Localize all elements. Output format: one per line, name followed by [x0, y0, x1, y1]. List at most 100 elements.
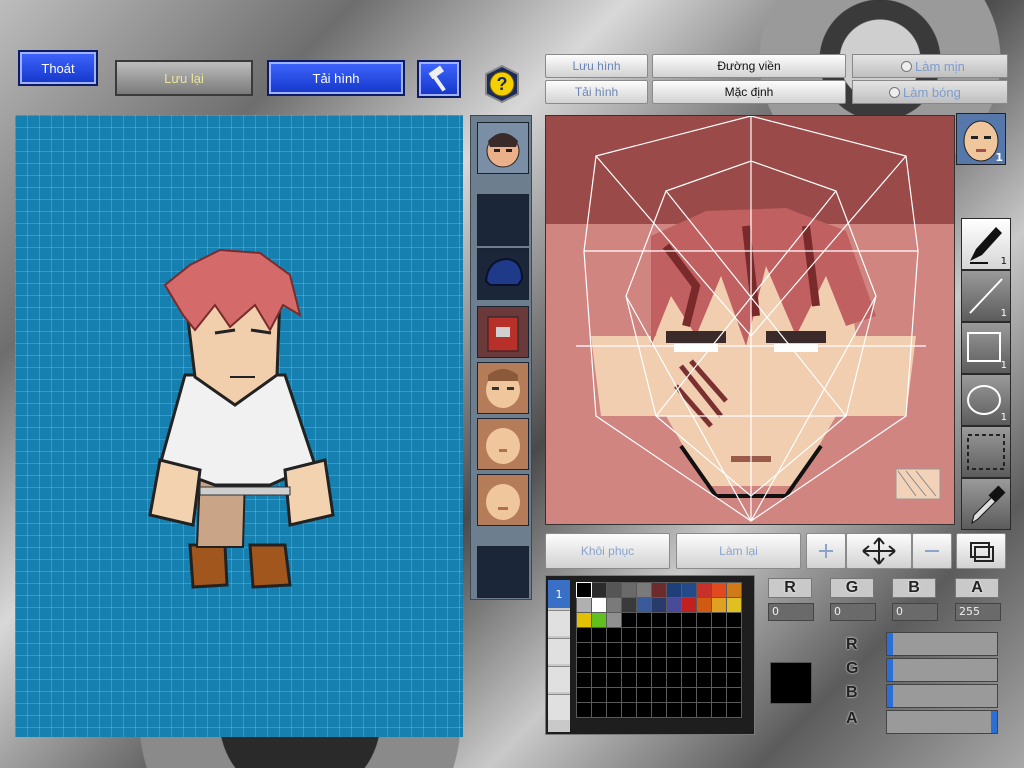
part-slot-empty-1[interactable] — [477, 194, 529, 246]
save-button[interactable]: Lưu lại — [115, 60, 253, 96]
empty-swatch[interactable] — [577, 628, 591, 642]
empty-swatch[interactable] — [652, 628, 666, 642]
empty-swatch[interactable] — [652, 703, 666, 717]
empty-swatch[interactable] — [592, 673, 606, 687]
palette-swatch[interactable] — [637, 583, 651, 597]
empty-swatch[interactable] — [622, 628, 636, 642]
uv-thumbnail[interactable] — [895, 468, 941, 500]
empty-swatch[interactable] — [592, 658, 606, 672]
b-slider[interactable] — [886, 684, 998, 708]
empty-swatch[interactable] — [682, 673, 696, 687]
upload-button[interactable]: Tải hình — [267, 60, 405, 96]
empty-swatch[interactable] — [682, 688, 696, 702]
empty-swatch[interactable] — [727, 703, 741, 717]
empty-swatch[interactable] — [637, 658, 651, 672]
empty-swatch[interactable] — [712, 688, 726, 702]
layer-tab[interactable] — [548, 638, 570, 664]
palette-swatch[interactable] — [667, 598, 681, 612]
r-slider-thumb[interactable] — [887, 633, 893, 655]
empty-swatch[interactable] — [712, 628, 726, 642]
empty-swatch[interactable] — [607, 628, 621, 642]
empty-swatch[interactable] — [607, 673, 621, 687]
empty-swatch[interactable] — [652, 613, 666, 627]
palette-swatch[interactable] — [592, 613, 606, 627]
layer-tab[interactable] — [548, 666, 570, 692]
empty-swatch[interactable] — [667, 628, 681, 642]
empty-swatch[interactable] — [592, 643, 606, 657]
empty-swatch[interactable] — [637, 613, 651, 627]
empty-swatch[interactable] — [622, 673, 636, 687]
palette-swatch[interactable] — [592, 598, 606, 612]
g-slider[interactable] — [886, 658, 998, 682]
empty-swatch[interactable] — [667, 658, 681, 672]
empty-swatch[interactable] — [682, 643, 696, 657]
empty-swatch[interactable] — [727, 628, 741, 642]
b-value-field[interactable]: 0 — [892, 603, 938, 621]
empty-swatch[interactable] — [712, 643, 726, 657]
empty-swatch[interactable] — [577, 703, 591, 717]
zoom-in-button[interactable] — [806, 533, 846, 569]
empty-swatch[interactable] — [697, 628, 711, 642]
palette-swatch[interactable] — [712, 598, 726, 612]
layer-tab[interactable] — [548, 610, 570, 636]
empty-swatch[interactable] — [592, 628, 606, 642]
empty-swatch[interactable] — [592, 703, 606, 717]
empty-swatch[interactable] — [592, 688, 606, 702]
a-slider[interactable] — [886, 710, 998, 734]
empty-swatch[interactable] — [697, 673, 711, 687]
part-slot-armor[interactable] — [477, 306, 529, 358]
palette-swatch[interactable] — [667, 583, 681, 597]
avatar-badge[interactable]: 1 — [956, 113, 1006, 165]
empty-swatch[interactable] — [622, 703, 636, 717]
layer-tab-1[interactable]: 1 — [548, 580, 570, 608]
empty-swatch[interactable] — [712, 703, 726, 717]
empty-swatch[interactable] — [727, 643, 741, 657]
empty-swatch[interactable] — [697, 613, 711, 627]
palette-swatch[interactable] — [727, 598, 741, 612]
ellipse-tool[interactable]: 1 — [961, 374, 1011, 426]
a-slider-thumb[interactable] — [991, 711, 997, 733]
palette-swatch[interactable] — [607, 598, 621, 612]
part-slot-helmet[interactable] — [477, 248, 529, 300]
palette-swatch[interactable] — [607, 613, 621, 627]
shade-radio[interactable]: Làm bóng — [852, 80, 1008, 104]
empty-swatch[interactable] — [727, 688, 741, 702]
smooth-radio[interactable]: Làm mịn — [852, 54, 1008, 78]
character-preview-canvas[interactable] — [15, 115, 463, 737]
palette-swatch[interactable] — [697, 598, 711, 612]
empty-swatch[interactable] — [667, 613, 681, 627]
palette-swatch[interactable] — [712, 583, 726, 597]
r-channel-selector[interactable]: R — [768, 578, 812, 598]
empty-swatch[interactable] — [637, 688, 651, 702]
empty-swatch[interactable] — [667, 703, 681, 717]
empty-swatch[interactable] — [712, 673, 726, 687]
empty-swatch[interactable] — [667, 673, 681, 687]
part-slot-empty-2[interactable] — [477, 546, 529, 598]
help-button[interactable]: ? — [482, 64, 522, 104]
empty-swatch[interactable] — [727, 658, 741, 672]
empty-swatch[interactable] — [652, 643, 666, 657]
empty-swatch[interactable] — [637, 643, 651, 657]
a-value-field[interactable]: 255 — [955, 603, 1001, 621]
palette-swatch[interactable] — [577, 598, 591, 612]
empty-swatch[interactable] — [622, 688, 636, 702]
zoom-out-button[interactable] — [912, 533, 952, 569]
palette-swatch[interactable] — [637, 598, 651, 612]
outline-dropdown[interactable]: Đường viền — [652, 54, 846, 78]
empty-swatch[interactable] — [682, 703, 696, 717]
empty-swatch[interactable] — [577, 688, 591, 702]
part-slot-character-face[interactable] — [477, 122, 529, 174]
empty-swatch[interactable] — [622, 658, 636, 672]
exit-button[interactable]: Thoát — [18, 50, 98, 86]
r-slider[interactable] — [886, 632, 998, 656]
empty-swatch[interactable] — [712, 658, 726, 672]
part-slot-face-2[interactable] — [477, 418, 529, 470]
empty-swatch[interactable] — [637, 673, 651, 687]
palette-swatch[interactable] — [622, 583, 636, 597]
empty-swatch[interactable] — [577, 658, 591, 672]
empty-swatch[interactable] — [577, 673, 591, 687]
eyedropper-tool[interactable] — [961, 478, 1011, 530]
pen-tool[interactable]: 1 — [961, 218, 1011, 270]
default-dropdown[interactable]: Mặc định — [652, 80, 846, 104]
empty-swatch[interactable] — [652, 673, 666, 687]
